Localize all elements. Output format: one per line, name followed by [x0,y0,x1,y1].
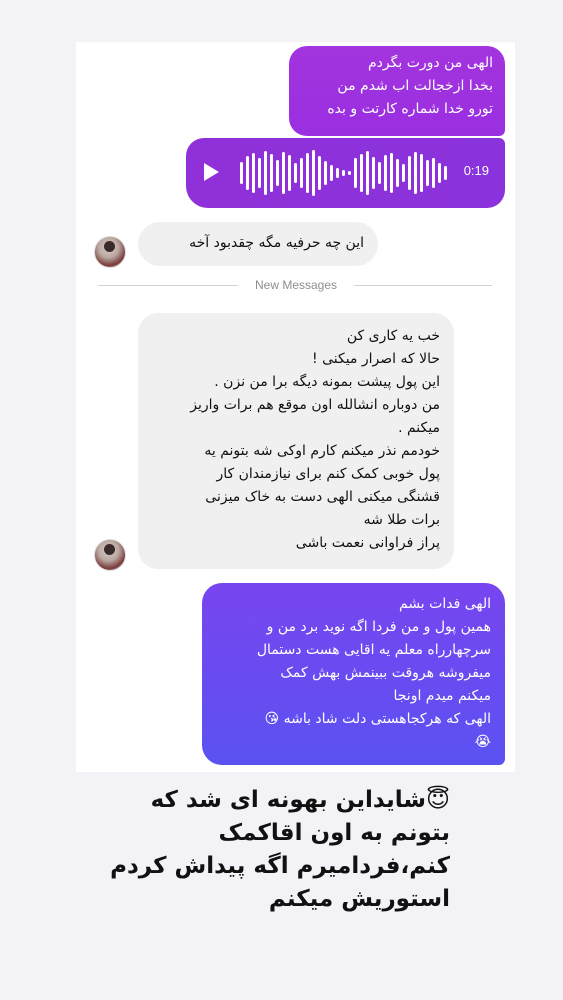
waveform-bar [282,152,285,194]
waveform-bar [252,153,255,193]
play-icon[interactable] [204,163,219,181]
waveform-bar [396,159,399,187]
waveform-bar [240,162,243,184]
waveform-bar [360,154,363,192]
waveform-bar [384,155,387,191]
waveform-bar [336,168,339,178]
incoming-message-bubble[interactable]: این چه حرفیه مگه چقدبود آخه [138,222,378,266]
waveform-bar [420,154,423,192]
waveform-bar [426,160,429,186]
waveform-bar [318,156,321,190]
voice-duration: 0:19 [463,163,489,178]
outgoing-message-bubble[interactable]: الهی من دورت بگردم بخدا ازخجالت اب شدم م… [289,46,505,136]
new-messages-divider: New Messages [254,278,338,292]
waveform-icon [240,150,447,196]
waveform-bar [348,171,351,175]
incoming-message-bubble[interactable]: خب یه کاری کن حالا که اصرار میکنی ! این … [138,313,454,569]
waveform-bar [270,154,273,192]
divider-line-right [354,285,492,286]
divider-line-left [98,285,238,286]
waveform-bar [414,152,417,194]
waveform-bar [444,166,447,180]
waveform-bar [432,158,435,188]
avatar[interactable] [94,539,126,571]
voice-message-bubble[interactable]: 0:19 [186,138,505,208]
waveform-bar [294,163,297,183]
waveform-bar [324,161,327,185]
waveform-bar [288,155,291,191]
waveform-bar [342,170,345,176]
waveform-bar [378,162,381,184]
waveform-bar [402,164,405,182]
outgoing-message-bubble[interactable]: الهی فدات بشم همین پول و من فردا اگه نوی… [202,583,505,765]
waveform-bar [408,156,411,190]
waveform-bar [276,160,279,186]
waveform-bar [372,157,375,189]
waveform-bar [438,163,441,183]
waveform-bar [264,151,267,195]
story-caption: 😇شایداین بهونه ای شد که بتونم به اون اقا… [110,787,450,912]
chat-thread: الهی من دورت بگردم بخدا ازخجالت اب شدم م… [76,42,515,772]
waveform-bar [258,158,261,188]
waveform-bar [354,158,357,188]
waveform-bar [330,165,333,181]
waveform-bar [366,151,369,195]
waveform-bar [306,153,309,193]
waveform-bar [312,150,315,196]
waveform-bar [390,153,393,193]
waveform-bar [246,156,249,190]
waveform-bar [300,158,303,188]
avatar[interactable] [94,236,126,268]
